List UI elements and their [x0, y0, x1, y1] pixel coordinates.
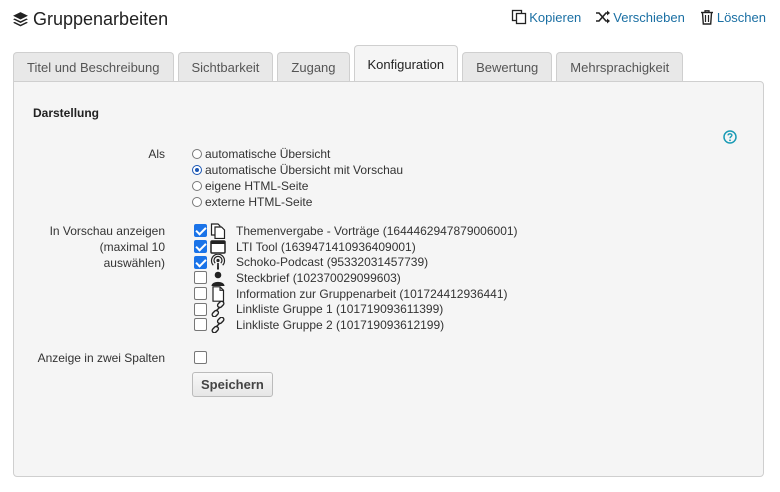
preview-checkbox[interactable] [194, 271, 207, 285]
preview-label: In Vorschau anzeigen (maximal 10 auswähl… [50, 223, 165, 271]
header-actions: Kopieren Verschieben Löschen [511, 9, 766, 25]
page-title: Gruppenarbeiten [33, 9, 169, 29]
layers-icon [13, 12, 28, 27]
tab-access[interactable]: Zugang [277, 52, 350, 82]
radio-button[interactable] [192, 149, 202, 159]
preview-checkbox[interactable] [194, 287, 207, 301]
preview-item-label: Schoko-Podcast (95332031457739) [236, 255, 429, 270]
preview-checkbox[interactable] [194, 318, 207, 332]
section-title: Darstellung [33, 106, 100, 120]
copy-icon [512, 9, 527, 25]
list-item: Information zur Gruppenarbeit (101724412… [194, 285, 518, 302]
preview-checkbox[interactable] [194, 255, 207, 269]
radio-external-html-page[interactable]: externe HTML-Seite [192, 194, 403, 210]
preview-checkbox[interactable] [194, 240, 207, 254]
podcast-icon [210, 254, 226, 270]
preview-checkbox[interactable] [194, 302, 207, 316]
preview-items-list: Themenvergabe - Vorträge (16444629478790… [194, 223, 518, 333]
move-label: Verschieben [613, 9, 685, 25]
radio-button[interactable] [192, 197, 202, 207]
list-item: Linkliste Gruppe 2 (101719093612199) [194, 316, 518, 333]
tab-configuration[interactable]: Konfiguration [353, 45, 459, 83]
preview-item-label: Information zur Gruppenarbeit (101724412… [236, 286, 508, 301]
link-icon [211, 301, 225, 318]
page-header: Gruppenarbeiten [12, 9, 168, 30]
radio-button[interactable] [192, 181, 202, 191]
list-item: Schoko-Podcast (95332031457739) [194, 254, 518, 270]
preview-label-line: (maximal 10 [99, 240, 165, 254]
radio-own-html-page[interactable]: eigene HTML-Seite [192, 178, 403, 194]
radio-automatic-overview[interactable]: automatische Übersicht [192, 146, 403, 162]
copy-button[interactable]: Kopieren [511, 9, 581, 25]
preview-label-line: In Vorschau anzeigen [49, 224, 165, 238]
tab-multilanguage[interactable]: Mehrsprachigkeit [556, 52, 684, 82]
delete-button[interactable]: Löschen [699, 9, 766, 25]
radio-label: eigene HTML-Seite [205, 179, 309, 193]
display-mode-radio-group: automatische Übersicht automatische Über… [192, 146, 403, 210]
list-item: Themenvergabe - Vorträge (16444629478790… [194, 223, 518, 239]
configuration-panel: Darstellung Als automatische Übersicht a… [13, 81, 764, 477]
preview-item-label: Linkliste Gruppe 2 (101719093612199) [236, 317, 445, 332]
preview-item-label: Linkliste Gruppe 1 (101719093611399) [236, 302, 444, 317]
radio-label: automatische Übersicht mit Vorschau [205, 163, 404, 177]
radio-label: automatische Übersicht [205, 147, 331, 161]
preview-item-label: Themenvergabe - Vorträge (16444629478790… [236, 223, 518, 238]
two-columns-checkbox[interactable] [194, 351, 207, 364]
preview-item-label: LTI Tool (1639471410936409001) [236, 239, 416, 254]
person-icon [211, 271, 225, 286]
help-icon[interactable] [723, 130, 737, 144]
radio-automatic-overview-preview[interactable]: automatische Übersicht mit Vorschau [192, 162, 403, 178]
two-columns-label: Anzeige in zwei Spalten [37, 351, 165, 365]
list-item: LTI Tool (1639471410936409001) [194, 239, 518, 255]
tab-title-description[interactable]: Titel und Beschreibung [13, 52, 174, 82]
link-icon [211, 316, 225, 333]
copy-label: Kopieren [529, 9, 582, 25]
list-item: Linkliste Gruppe 1 (101719093611399) [194, 301, 518, 318]
list-item: Steckbrief (102370029099603) [194, 270, 518, 286]
preview-item-label: Steckbrief (102370029099603) [236, 270, 401, 285]
delete-label: Löschen [716, 9, 766, 25]
tab-assessment[interactable]: Bewertung [462, 52, 553, 82]
radio-button[interactable] [192, 165, 202, 175]
move-button[interactable]: Verschieben [595, 9, 685, 25]
page-icon [212, 285, 225, 302]
shuffle-icon [596, 10, 611, 24]
save-button[interactable]: Speichern [192, 372, 273, 397]
als-label: Als [148, 147, 165, 161]
trash-icon [700, 10, 713, 25]
tab-visibility[interactable]: Sichtbarkeit [177, 52, 274, 82]
preview-checkbox[interactable] [194, 224, 207, 238]
tab-bar: Titel und Beschreibung Sichtbarkeit Zuga… [13, 44, 687, 83]
radio-label: externe HTML-Seite [205, 195, 313, 209]
window-icon [210, 239, 226, 254]
copy-pages-icon [210, 223, 226, 239]
preview-label-line: auswählen) [103, 256, 165, 270]
